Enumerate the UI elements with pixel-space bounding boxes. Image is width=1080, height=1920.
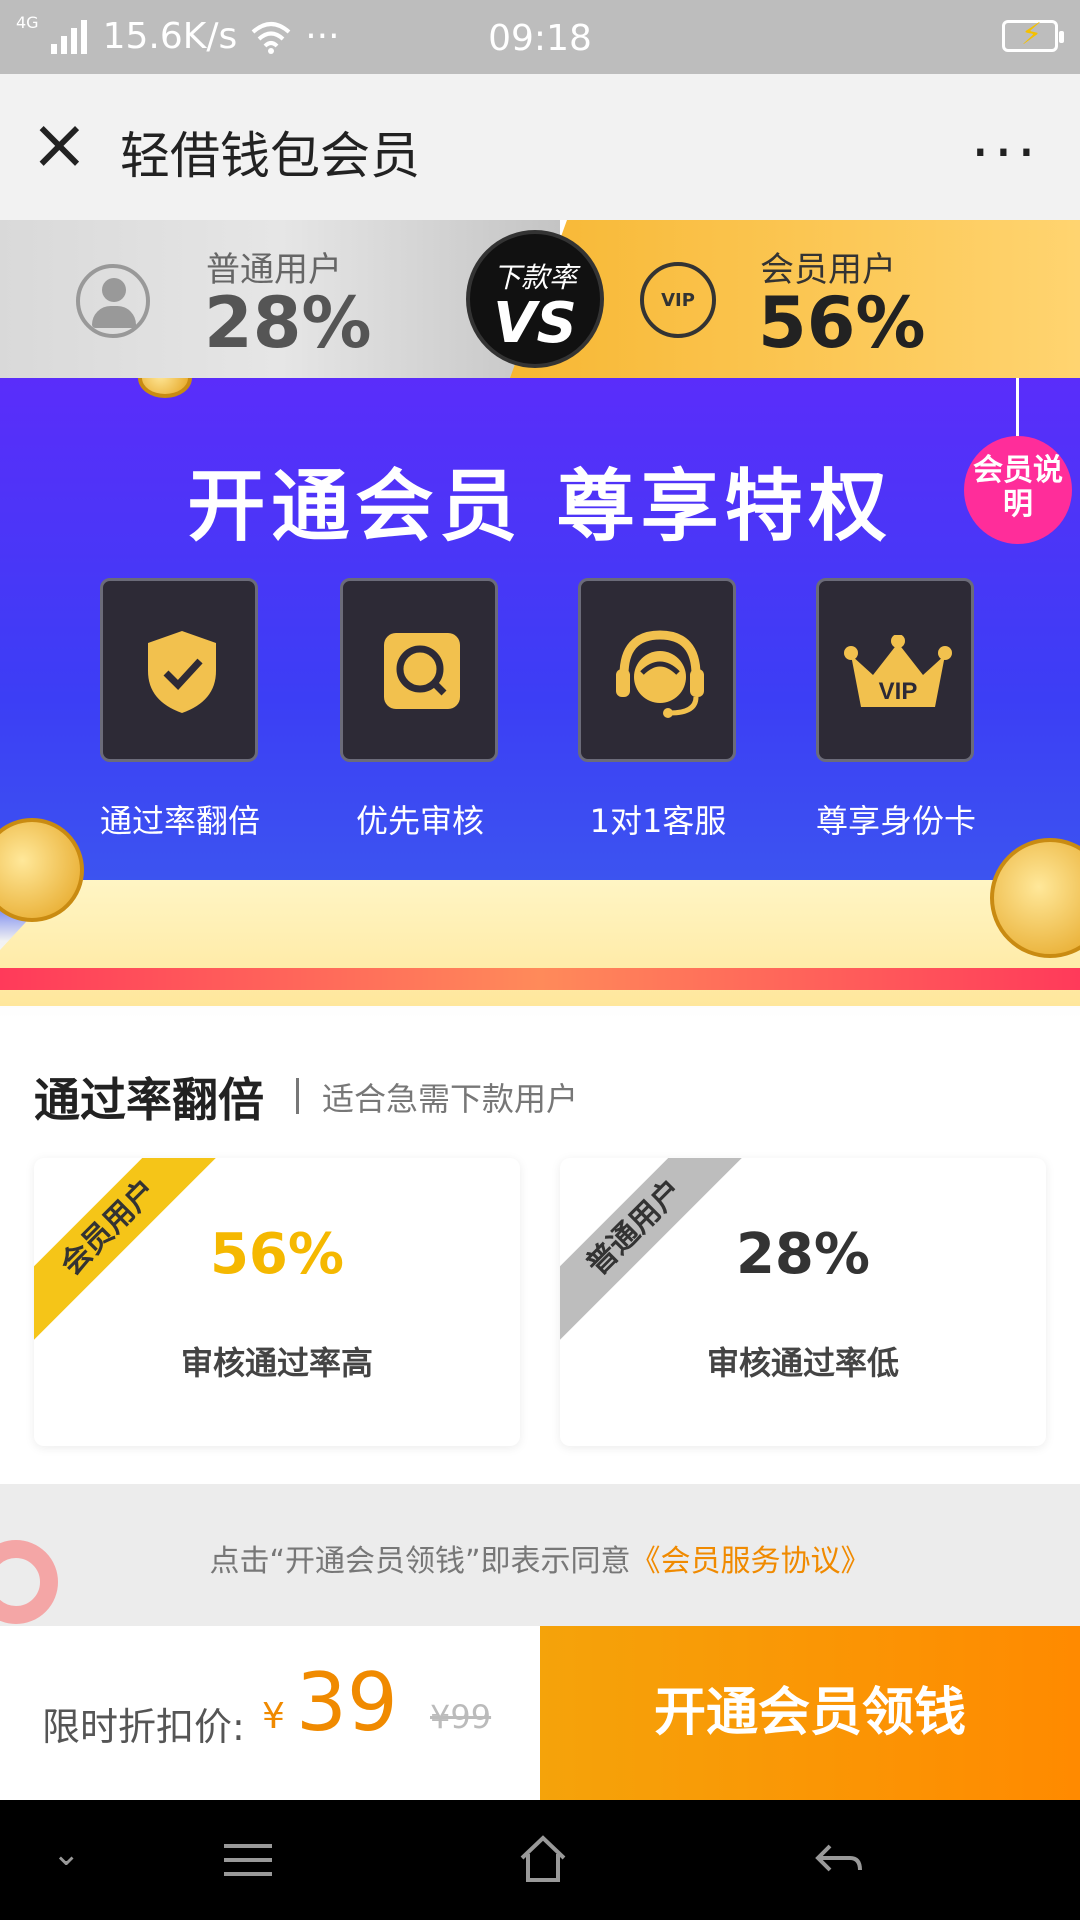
vip-text: VIP	[879, 678, 918, 705]
normal-user-rate: 28%	[204, 282, 372, 364]
menu-icon[interactable]	[224, 1842, 272, 1878]
member-user-rate: 56%	[758, 282, 926, 364]
home-icon[interactable]	[518, 1834, 568, 1884]
search-icon	[384, 633, 460, 709]
feature-label-pass-rate: 通过率翻倍	[99, 802, 260, 840]
purchase-bar: 限时折扣价: ¥ 39 ¥99 开通会员领钱	[0, 1626, 1080, 1800]
member-desc: 审核通过率高	[180, 1344, 373, 1382]
chevron-down-icon[interactable]: ⌄	[52, 1834, 81, 1874]
price-label: 限时折扣价:	[42, 1705, 245, 1749]
title-divider	[296, 1078, 299, 1114]
shield-check-icon	[148, 631, 216, 713]
battery-icon: ⚡	[1002, 17, 1064, 52]
feature-tile-priority-review[interactable]	[340, 578, 498, 762]
normal-percent: 28%	[735, 1222, 871, 1287]
currency-symbol: ¥	[262, 1696, 285, 1737]
section-subtitle: 适合急需下款用户	[322, 1080, 579, 1118]
feature-label-identity-card: 尊享身份卡	[815, 802, 976, 840]
feature-tile-customer-service[interactable]	[578, 578, 736, 762]
agreement-text: 点击“开通会员领钱”即表示同意《会员服务协议》	[0, 1536, 1080, 1580]
clock: 09:18	[488, 18, 592, 59]
feature-label-priority-review: 优先审核	[355, 802, 484, 840]
discount-price: 39	[296, 1656, 398, 1749]
banner-headline: 开通会员 尊享特权	[187, 462, 893, 552]
page-title: 轻借钱包会员	[120, 127, 420, 185]
back-icon[interactable]	[814, 1840, 864, 1880]
stage-edge	[0, 968, 1080, 990]
section-title: 通过率翻倍	[34, 1073, 264, 1127]
member-percent: 56%	[209, 1222, 345, 1287]
title-bar: × 轻借钱包会员 ···	[0, 74, 1080, 220]
normal-rate-card: 普通用户 28% 审核通过率低	[560, 1158, 1046, 1446]
coin-icon	[138, 378, 192, 398]
vip-badge-text: VIP	[661, 290, 695, 311]
system-nav-bar: ⌄	[0, 1800, 1080, 1920]
more-menu-icon[interactable]: ···	[971, 118, 1040, 188]
vs-badge: 下款率 VS	[466, 230, 604, 368]
charging-icon: ⚡	[1021, 17, 1043, 52]
feature-label-customer-service: 1对1客服	[589, 802, 727, 840]
normal-desc: 审核通过率低	[706, 1344, 899, 1382]
explain-string	[1016, 378, 1019, 438]
member-rate-card: 会员用户 56% 审核通过率高	[34, 1158, 520, 1446]
vip-crown-icon: VIP	[844, 635, 952, 707]
member-explain-button[interactable]: 会员说明	[964, 436, 1072, 544]
feature-tile-identity-card[interactable]: VIP	[816, 578, 974, 762]
open-membership-button[interactable]: 开通会员领钱	[540, 1626, 1080, 1800]
feature-tile-pass-rate[interactable]	[100, 578, 258, 762]
user-avatar-icon	[76, 264, 150, 338]
close-icon[interactable]: ×	[30, 109, 94, 179]
vs-text: VS	[493, 291, 577, 356]
vip-crown-icon: VIP	[640, 262, 716, 338]
agreement-bar: 点击“开通会员领钱”即表示同意《会员服务协议》	[0, 1484, 1080, 1626]
headset-icon	[616, 630, 704, 718]
agreement-prefix: 点击“开通会员领钱”即表示同意	[209, 1544, 631, 1579]
rate-compare-bar: 普通用户 28% 下款率 VS VIP 会员用户 56%	[0, 220, 1080, 378]
vs-caption: 下款率	[492, 261, 577, 294]
status-bar: 4G 15.6K/s ··· 09:18 ⚡	[0, 0, 1080, 74]
service-agreement-link[interactable]: 《会员服务协议》	[631, 1544, 871, 1579]
original-price: ¥99	[430, 1698, 492, 1736]
privilege-banner: 开通会员 尊享特权 会员说明 VIP 通过率翻倍 优先审核 1对1客服 尊享身份…	[0, 378, 1080, 1018]
